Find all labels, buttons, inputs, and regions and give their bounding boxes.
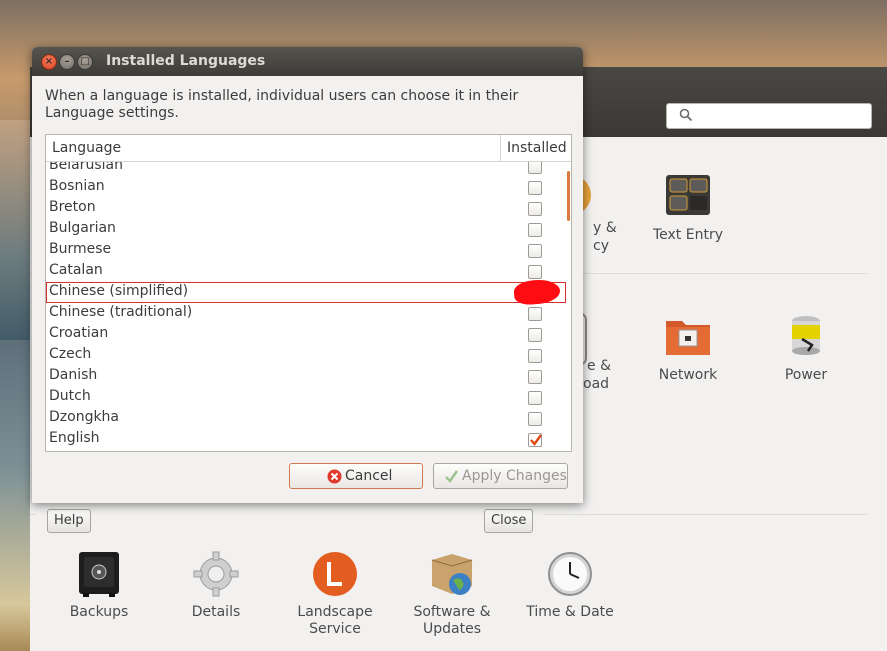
installed-checkbox[interactable] bbox=[528, 202, 542, 216]
language-name: Breton bbox=[49, 199, 96, 215]
dialog-title: Installed Languages bbox=[106, 53, 266, 69]
cancel-label: Cancel bbox=[345, 468, 393, 484]
settings-item-label: Landscape Service bbox=[297, 604, 373, 637]
settings-search-box[interactable] bbox=[666, 103, 872, 129]
language-name: Croatian bbox=[49, 325, 109, 341]
network-folder-icon bbox=[664, 313, 712, 361]
list-item[interactable]: Bosnian bbox=[46, 177, 566, 198]
settings-item-label: Text Entry bbox=[652, 227, 723, 243]
language-name: Chinese (simplified) bbox=[49, 283, 189, 299]
settings-item-landscape-service[interactable]: Landscape Service bbox=[280, 550, 390, 638]
close-button[interactable]: Close bbox=[484, 509, 534, 533]
installed-checkbox[interactable] bbox=[528, 162, 542, 174]
installed-checkbox[interactable] bbox=[528, 223, 542, 237]
dialog-titlebar[interactable]: × – □ Installed Languages bbox=[32, 47, 583, 76]
checkmark-icon bbox=[445, 470, 459, 483]
column-header-language[interactable]: Language bbox=[52, 140, 121, 156]
list-item[interactable]: Croatian bbox=[46, 324, 566, 345]
dialog-description: When a language is installed, individual… bbox=[45, 88, 519, 121]
settings-item-label: Backups bbox=[69, 604, 129, 620]
language-support-footer: Help Close bbox=[37, 500, 544, 549]
installed-checkbox[interactable] bbox=[528, 349, 542, 363]
safe-icon bbox=[75, 550, 123, 598]
package-globe-icon bbox=[428, 550, 476, 598]
settings-item-backups[interactable]: Backups bbox=[44, 550, 154, 621]
cancel-icon bbox=[327, 469, 342, 484]
list-item[interactable]: Burmese bbox=[46, 240, 566, 261]
search-icon bbox=[679, 108, 693, 122]
settings-item-label: Network bbox=[658, 367, 718, 383]
list-item[interactable]: Danish bbox=[46, 366, 566, 387]
list-item[interactable]: Breton bbox=[46, 198, 566, 219]
language-name: Dutch bbox=[49, 388, 91, 404]
list-item[interactable]: Dutch bbox=[46, 387, 566, 408]
installed-checkbox[interactable] bbox=[528, 307, 542, 321]
list-item[interactable]: Belarusian bbox=[46, 162, 566, 177]
list-item[interactable]: Catalan bbox=[46, 261, 566, 282]
column-header-installed[interactable]: Installed bbox=[500, 135, 571, 161]
list-scrollbar[interactable] bbox=[567, 171, 570, 221]
list-item[interactable]: Czech bbox=[46, 345, 566, 366]
partial-label: y & bbox=[593, 220, 617, 236]
list-item[interactable]: Chinese (traditional) bbox=[46, 303, 566, 324]
language-name: Chinese (traditional) bbox=[49, 304, 193, 320]
installed-checkbox[interactable] bbox=[528, 244, 542, 258]
installed-checkbox[interactable] bbox=[528, 181, 542, 195]
installed-languages-dialog: × – □ Installed Languages When a languag… bbox=[32, 47, 583, 503]
language-name: Czech bbox=[49, 346, 92, 362]
gear-icon bbox=[192, 550, 240, 598]
search-input[interactable] bbox=[701, 106, 865, 126]
apply-changes-label: Apply Changes bbox=[462, 468, 567, 484]
settings-item-details[interactable]: Details bbox=[161, 550, 271, 621]
help-button[interactable]: Help bbox=[47, 509, 91, 533]
window-maximize-button[interactable]: □ bbox=[77, 54, 93, 70]
installed-checkbox[interactable] bbox=[528, 391, 542, 405]
keyboard-icon bbox=[664, 173, 712, 221]
partial-label: oad bbox=[583, 376, 610, 392]
settings-item-network[interactable]: Network bbox=[633, 313, 743, 384]
installed-checkbox[interactable] bbox=[528, 433, 542, 447]
list-header: Language Installed bbox=[46, 135, 571, 162]
list-item[interactable]: Dzongkha bbox=[46, 408, 566, 429]
language-name: Belarusian bbox=[49, 162, 123, 173]
language-list[interactable]: Language Installed Belarusian Bosnian Bret… bbox=[45, 134, 572, 452]
apply-changes-button[interactable]: Apply Changes bbox=[433, 463, 568, 489]
minimize-icon: – bbox=[64, 56, 70, 67]
maximize-icon: □ bbox=[80, 56, 90, 67]
language-name: Danish bbox=[49, 367, 98, 383]
language-name: Bosnian bbox=[49, 178, 105, 194]
landscape-icon bbox=[311, 550, 359, 598]
settings-item-text-entry[interactable]: Text Entry bbox=[633, 173, 743, 244]
close-icon: × bbox=[44, 56, 54, 67]
settings-item-software-updates[interactable]: Software & Updates bbox=[397, 550, 507, 638]
language-name: Bulgarian bbox=[49, 220, 116, 236]
settings-item-label: Power bbox=[784, 367, 828, 383]
installed-checkbox[interactable] bbox=[528, 328, 542, 342]
settings-item-label: Details bbox=[191, 604, 241, 620]
installed-checkbox[interactable] bbox=[528, 412, 542, 426]
cancel-button[interactable]: Cancel bbox=[289, 463, 423, 489]
installed-checkbox[interactable] bbox=[528, 265, 542, 279]
partial-label: e & bbox=[587, 358, 611, 374]
installed-checkbox[interactable] bbox=[528, 370, 542, 384]
window-close-button[interactable]: × bbox=[41, 54, 57, 70]
language-name: English bbox=[49, 430, 100, 446]
list-item[interactable]: Bulgarian bbox=[46, 219, 566, 240]
language-name: Catalan bbox=[49, 262, 103, 278]
battery-icon bbox=[782, 313, 830, 361]
settings-item-label: Time & Date bbox=[526, 604, 614, 620]
window-minimize-button[interactable]: – bbox=[59, 54, 75, 70]
list-item[interactable]: English bbox=[46, 429, 566, 450]
list-rows: Belarusian Bosnian Breton Bulgarian Burmese C… bbox=[46, 162, 571, 451]
settings-item-power[interactable]: Power bbox=[751, 313, 861, 384]
list-item[interactable]: Chinese (simplified) bbox=[46, 282, 566, 303]
language-name: Burmese bbox=[49, 241, 112, 257]
checkmark-icon bbox=[530, 434, 542, 446]
settings-item-time-date[interactable]: Time & Date bbox=[515, 550, 625, 621]
settings-item-label: Software & Updates bbox=[413, 604, 491, 637]
partial-label: cy bbox=[593, 238, 609, 254]
clock-icon bbox=[546, 550, 594, 598]
language-name: Dzongkha bbox=[49, 409, 120, 425]
